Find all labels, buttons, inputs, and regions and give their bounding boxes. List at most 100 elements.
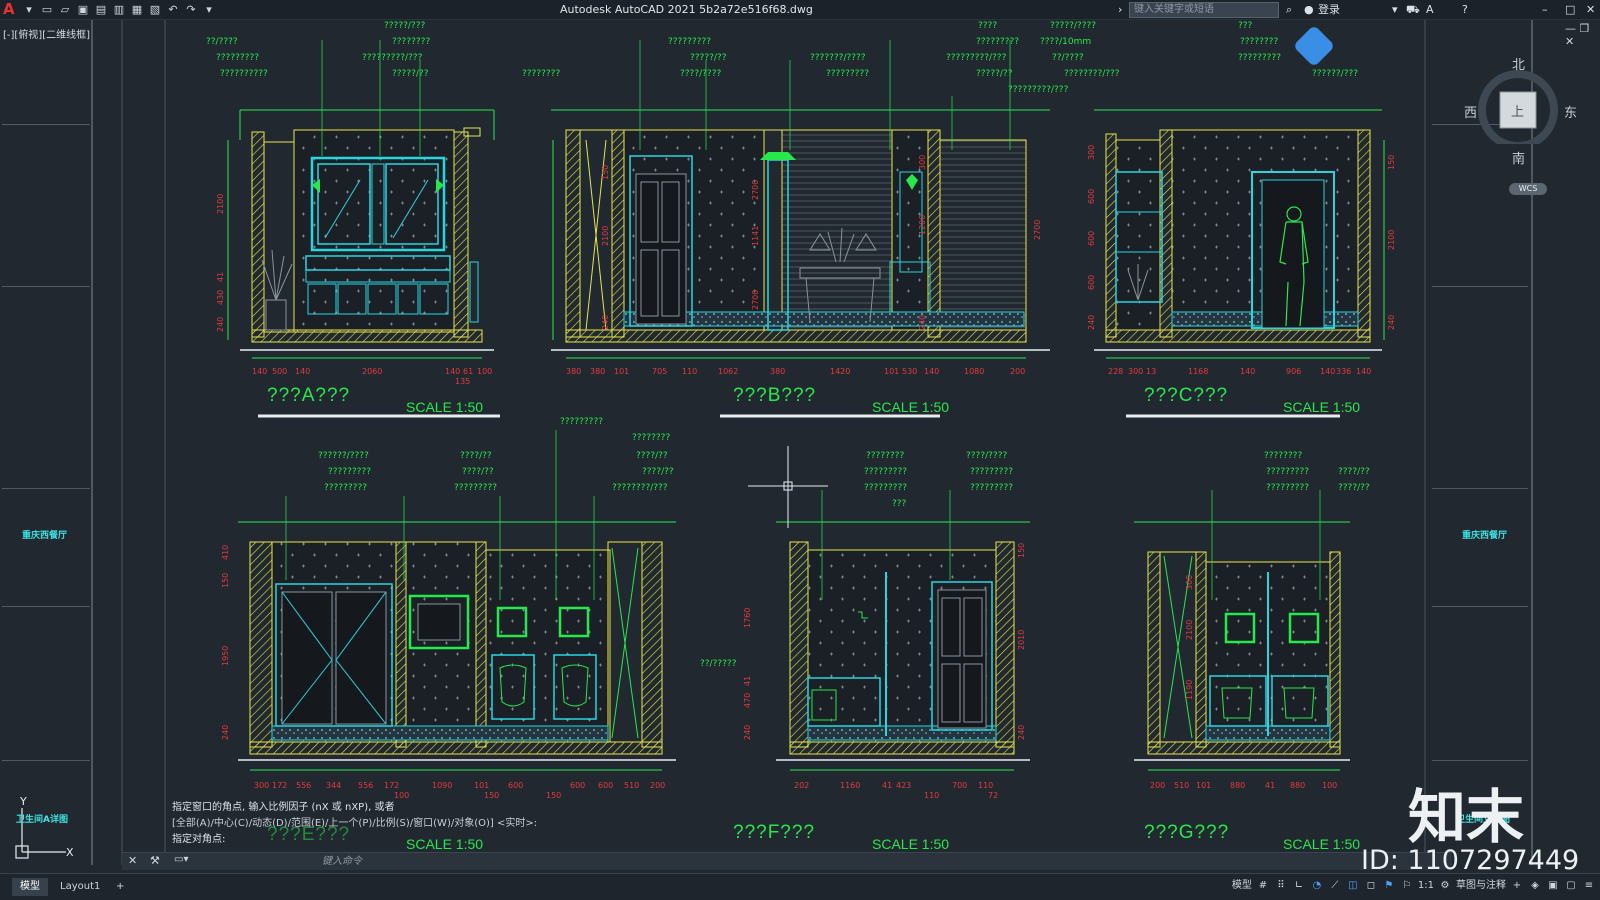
dim-b-12: 200 (1010, 367, 1025, 376)
app-menu-chevron-icon[interactable]: ▾ (22, 3, 36, 17)
grid-icon[interactable]: # (1256, 878, 1270, 894)
search-input[interactable]: 键入关键字或短语 (1129, 2, 1279, 18)
plus-icon[interactable]: + (1510, 878, 1524, 894)
svg-text:????????/???: ????????/??? (1064, 69, 1120, 79)
svg-text:???????/????: ???????/???? (810, 53, 866, 63)
dim-f-2: 41 (882, 781, 892, 790)
annotation-visibility-icon[interactable]: ⚑ (1382, 878, 1396, 894)
annotation-scale-button[interactable]: 1:1 (1418, 878, 1434, 894)
svg-text:600: 600 (1087, 189, 1096, 204)
login-button[interactable]: 登录 (1318, 2, 1340, 18)
svg-text:?????????: ????????? (1238, 53, 1281, 63)
elevation-g[interactable]: 300 2100 1190 200 510 101 880 41 880 100… (1134, 451, 1370, 790)
svg-text:????????: ???????? (1264, 451, 1302, 461)
close-command-icon[interactable]: ✕ (128, 854, 137, 867)
svg-text:1200: 1200 (918, 215, 927, 235)
ucs-icon: Y X (15, 795, 74, 859)
object-snap-icon[interactable]: ◫ (1346, 878, 1360, 894)
dim-b-6: 380 (770, 367, 785, 376)
dim-e-7: 1090 (432, 781, 452, 790)
hardware-acceleration-icon[interactable]: ▣ (1546, 878, 1560, 894)
cart-icon[interactable]: ⛟ (1406, 2, 1420, 18)
help-icon[interactable]: ? (1462, 2, 1468, 18)
viewcube[interactable]: 北 南 西 东 上 (1464, 58, 1577, 167)
elevation-e[interactable]: 410 150 1950 240 300 172 556 344 556 172… (221, 417, 737, 800)
polar-tracking-icon[interactable]: ◔ (1310, 878, 1324, 894)
viewcube-north[interactable]: 北 (1512, 54, 1525, 73)
svg-text:2100: 2100 (601, 226, 610, 246)
dim-g-6: 100 (1322, 781, 1337, 790)
dim-a-3: 2060 (362, 367, 382, 376)
gear-icon[interactable]: ⚙ (1438, 878, 1452, 894)
svg-text:240: 240 (1087, 315, 1096, 330)
ucs-menu[interactable]: WCS (1509, 183, 1547, 195)
svg-text:????/10mm: ????/10mm (1040, 37, 1091, 47)
command-line[interactable]: ✕ ⚒ ▭▾ 键入命令 (122, 852, 1452, 870)
svg-text:????/??: ????/?? (636, 451, 668, 461)
layout1-tab[interactable]: Layout1 (52, 878, 108, 896)
save-as-icon[interactable]: ▤ (94, 3, 108, 17)
minimize-button[interactable]: – (1542, 2, 1548, 18)
snap-icon[interactable]: ⠿ (1274, 878, 1288, 894)
isolate-icon[interactable]: ◈ (1528, 878, 1542, 894)
svg-text:430: 430 (216, 290, 225, 305)
dim-f-5: 700 (952, 781, 967, 790)
dim-e-13: 600 (598, 781, 613, 790)
plot-preview-icon[interactable]: ▦ (130, 3, 144, 17)
model-space-button[interactable]: 模型 (1232, 878, 1252, 894)
new-file-icon[interactable]: ▭ (40, 3, 54, 17)
viewport-window-controls[interactable]: — ❐ ✕ (1565, 22, 1600, 48)
redo-icon[interactable]: ↷ (184, 3, 198, 17)
elevation-f[interactable]: 1760 41 470 240 150 2010 240 202 1160 41… (743, 451, 1030, 800)
autodesk-account-icon[interactable]: A (1426, 2, 1434, 18)
workspace-dropdown-icon[interactable]: ▾ (202, 3, 216, 17)
viewcube-south[interactable]: 南 (1512, 148, 1525, 167)
dim-c-1: 300 (1128, 367, 1143, 376)
command-dropdown-icon[interactable]: ▭▾ (174, 854, 188, 865)
search-arrow-icon[interactable]: › (1118, 2, 1122, 18)
svg-text:240: 240 (1387, 315, 1396, 330)
elevation-c-title: ???C??? (1144, 385, 1229, 406)
customization-menu-icon[interactable]: ≡ (1582, 878, 1596, 894)
customize-icon[interactable]: ⚒ (150, 854, 160, 867)
svg-text:150: 150 (1017, 543, 1026, 558)
elevation-b[interactable]: 150 2100 240 2700 1141 2700 300 1200 240… (551, 21, 1120, 418)
svg-text:410: 410 (221, 545, 230, 560)
svg-text:150: 150 (601, 165, 610, 180)
dropdown-icon[interactable]: ▾ (1392, 2, 1398, 18)
publish-icon[interactable]: ▥ (112, 3, 126, 17)
add-layout-button[interactable]: + (108, 878, 132, 896)
command-input[interactable]: 键入命令 (322, 854, 1222, 869)
maximize-button[interactable]: □ (1565, 2, 1575, 18)
svg-text:???: ??? (1238, 21, 1253, 31)
clean-screen-icon[interactable]: ▢ (1564, 878, 1578, 894)
svg-text:?????????: ????????? (324, 483, 367, 493)
open-file-icon[interactable]: ▱ (58, 3, 72, 17)
auto-scale-icon[interactable]: ⚐ (1400, 878, 1414, 894)
drawing-canvas[interactable]: 2100 41 430 240 140 500 140 2060 140 61 … (0, 20, 1600, 865)
osnap-tracking-icon[interactable]: ◻ (1364, 878, 1378, 894)
save-icon[interactable]: ▣ (76, 3, 90, 17)
close-button[interactable]: ✕ (1586, 2, 1595, 18)
ortho-icon[interactable]: ∟ (1292, 878, 1306, 894)
isodraft-icon[interactable]: ⟋ (1328, 878, 1342, 894)
workspace-switch-button[interactable]: 草图与注释 (1456, 878, 1506, 894)
svg-text:240: 240 (601, 315, 610, 330)
print-icon[interactable]: ▧ (148, 3, 162, 17)
viewport-controls[interactable]: [-][俯视][二维线框] (3, 26, 90, 41)
elevation-a[interactable]: 2100 41 430 240 140 500 140 2060 140 61 … (206, 21, 560, 418)
viewcube-top-face[interactable]: 上 (1511, 101, 1524, 120)
svg-text:300: 300 (918, 155, 927, 170)
model-tab[interactable]: 模型 (12, 878, 48, 896)
app-menu-button[interactable]: A (3, 1, 15, 17)
dim-c-0: 228 (1108, 367, 1123, 376)
search-icon[interactable]: ⌕ (1286, 2, 1292, 18)
dim-e-12: 150 (546, 791, 561, 800)
svg-text:??/????: ??/???? (1052, 53, 1084, 63)
undo-icon[interactable]: ↶ (166, 3, 180, 17)
svg-text:41: 41 (216, 272, 225, 282)
elevation-c[interactable]: 300 600 600 600 240 150 2100 240 228 300… (1087, 21, 1396, 418)
user-icon[interactable]: ● (1304, 2, 1314, 18)
viewcube-east[interactable]: 东 (1564, 102, 1577, 121)
viewcube-west[interactable]: 西 (1464, 102, 1477, 121)
